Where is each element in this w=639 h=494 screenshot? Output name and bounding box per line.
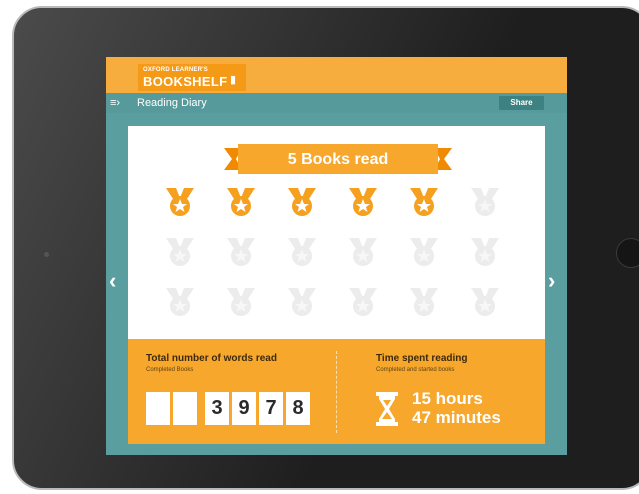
nav-bar: ≡› Reading Diary Share bbox=[106, 93, 567, 113]
bookshelf-icon: ▮ bbox=[230, 74, 237, 86]
top-bar: OXFORD LEARNER'S BOOKSHELF ▮ bbox=[106, 57, 567, 93]
word-digit: 9 bbox=[232, 392, 256, 425]
word-digit: 7 bbox=[259, 392, 283, 425]
medal-earned-icon bbox=[164, 186, 196, 218]
time-title: Time spent reading bbox=[376, 353, 468, 364]
word-digit bbox=[146, 392, 170, 425]
medal-locked-icon bbox=[347, 236, 379, 268]
books-read-label: 5 Books read bbox=[287, 151, 389, 168]
word-digit: 8 bbox=[286, 392, 310, 425]
medal-locked-icon bbox=[469, 186, 501, 218]
medal-locked-icon bbox=[286, 286, 318, 318]
medal-locked-icon bbox=[225, 236, 257, 268]
medal-grid bbox=[128, 186, 545, 326]
reading-diary-card: 5 Books read Total number of words read … bbox=[128, 126, 545, 444]
chevron-right-icon[interactable]: › bbox=[548, 268, 555, 294]
app-logo[interactable]: OXFORD LEARNER'S BOOKSHELF ▮ bbox=[138, 64, 246, 91]
share-button[interactable]: Share bbox=[499, 96, 544, 110]
medal-locked-icon bbox=[408, 286, 440, 318]
chevron-left-icon[interactable]: ‹ bbox=[109, 268, 116, 294]
medal-locked-icon bbox=[225, 286, 257, 318]
medal-locked-icon bbox=[347, 286, 379, 318]
stats-divider bbox=[336, 351, 337, 433]
books-read-banner: 5 Books read bbox=[224, 142, 452, 176]
time-minutes: 47 minutes bbox=[412, 408, 501, 427]
word-digit bbox=[173, 392, 197, 425]
medal-earned-icon bbox=[225, 186, 257, 218]
stats-panel: Total number of words read Completed Boo… bbox=[128, 339, 545, 444]
logo-title: BOOKSHELF bbox=[143, 74, 228, 89]
home-button[interactable] bbox=[616, 238, 639, 268]
logo-subtitle: OXFORD LEARNER'S bbox=[143, 67, 208, 73]
time-subtitle: Completed and started books bbox=[376, 367, 455, 373]
medal-earned-icon bbox=[408, 186, 440, 218]
words-title: Total number of words read bbox=[146, 353, 277, 364]
medal-locked-icon bbox=[469, 286, 501, 318]
app-screen: OXFORD LEARNER'S BOOKSHELF ▮ ≡› Reading … bbox=[106, 57, 567, 455]
hourglass-icon bbox=[376, 392, 398, 426]
words-subtitle: Completed Books bbox=[146, 367, 194, 373]
menu-icon[interactable]: ≡› bbox=[110, 97, 120, 109]
medal-earned-icon bbox=[286, 186, 318, 218]
camera-icon bbox=[44, 252, 49, 257]
medal-locked-icon bbox=[164, 236, 196, 268]
medal-earned-icon bbox=[347, 186, 379, 218]
time-hours: 15 hours bbox=[412, 389, 483, 408]
medal-locked-icon bbox=[286, 236, 318, 268]
medal-locked-icon bbox=[164, 286, 196, 318]
page-title: Reading Diary bbox=[137, 97, 207, 109]
word-digit: 3 bbox=[205, 392, 229, 425]
medal-locked-icon bbox=[408, 236, 440, 268]
medal-locked-icon bbox=[469, 236, 501, 268]
